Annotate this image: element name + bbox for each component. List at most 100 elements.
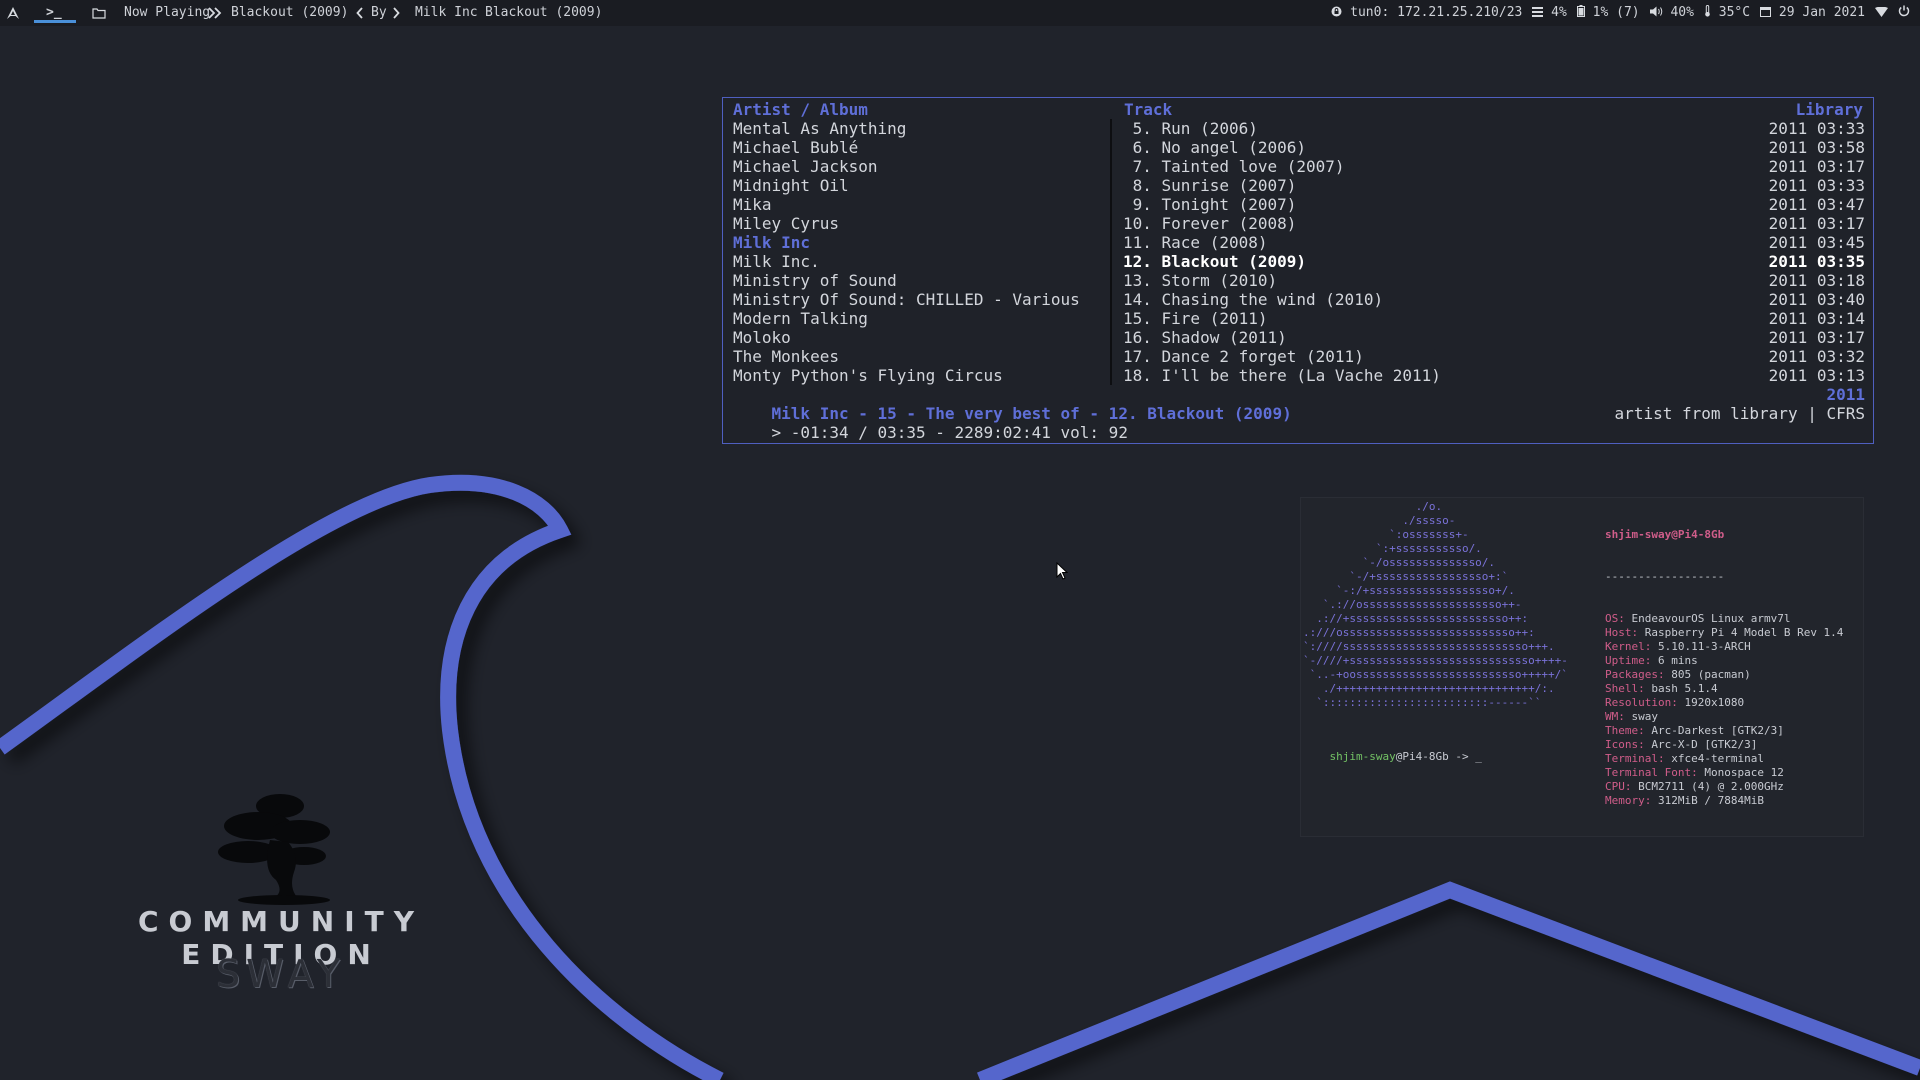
info-key: Icons	[1605, 738, 1639, 751]
artist-item[interactable]: Mental As Anything	[733, 119, 1103, 138]
track-meta: 2011 03:13	[1768, 366, 1865, 385]
ascii-line: `-/ossssssssssssso/.	[1303, 556, 1496, 569]
position-line: > -01:34 / 03:35 - 2289:02:41 vol: 92 ar…	[771, 404, 1865, 442]
info-row: Theme: Arc-Darkest [GTK2/3]	[1605, 724, 1784, 737]
track-row[interactable]: 13. Storm (2010) 2011 03:18	[1123, 271, 1865, 290]
next-icon[interactable]	[392, 0, 400, 26]
prompt-user: shjim-sway	[1329, 750, 1396, 763]
info-key: Kernel	[1605, 640, 1645, 653]
info-row: Icons: Arc-X-D [GTK2/3]	[1605, 738, 1758, 751]
wifi-icon[interactable]	[1875, 0, 1888, 26]
info-row: WM: sway	[1605, 710, 1658, 723]
track-row[interactable]: 7. Tainted love (2007) 2011 03:17	[1123, 157, 1865, 176]
track-meta: 2011 03:45	[1768, 233, 1865, 252]
track-title: 18. I'll be there (La Vache 2011)	[1123, 366, 1441, 385]
artist-item[interactable]: Michael Bublé	[733, 138, 1103, 157]
info-key: WM	[1605, 710, 1619, 723]
artist-list[interactable]: Mental As Anything Michael Bublé Michael J…	[733, 119, 1103, 385]
artist-item[interactable]: Milk Inc.	[733, 252, 1103, 271]
artist-item[interactable]: Modern Talking	[733, 309, 1103, 328]
artist-item[interactable]: Ministry Of Sound: CHILLED - Various	[733, 290, 1103, 309]
track-row[interactable]: 15. Fire (2011) 2011 03:14	[1123, 309, 1865, 328]
cmus-window[interactable]: Artist / Album Track Library Mental As A…	[722, 97, 1874, 444]
track-list[interactable]: 5. Run (2006) 2011 03:33 6. No angel (200…	[1123, 119, 1865, 385]
track-title: 7. Tainted love (2007)	[1123, 157, 1345, 176]
track-row[interactable]: 10. Forever (2008) 2011 03:17	[1123, 214, 1865, 233]
info-value: Monospace 12	[1704, 766, 1784, 779]
track-row[interactable]: 16. Shadow (2011) 2011 03:17	[1123, 328, 1865, 347]
header-artist-album: Artist / Album	[733, 100, 868, 119]
track-title: 11. Race (2008)	[1123, 233, 1268, 252]
artist-item[interactable]: The Monkees	[733, 347, 1103, 366]
info-key: Theme	[1605, 724, 1639, 737]
mountain-stroke	[977, 881, 1920, 1080]
artist-item[interactable]: Milk Inc	[733, 233, 1103, 252]
calendar-icon	[1760, 5, 1779, 20]
folder-icon[interactable]	[92, 0, 106, 26]
artist-item[interactable]: Midnight Oil	[733, 176, 1103, 195]
info-key: Uptime	[1605, 654, 1645, 667]
track-row[interactable]: 9. Tonight (2007) 2011 03:47	[1123, 195, 1865, 214]
info-key: Shell	[1605, 682, 1639, 695]
info-value: 805 (pacman)	[1671, 668, 1751, 681]
terminal-window[interactable]: ./o. ./sssso- `:osssssss+- `:+ssssssssss…	[1300, 497, 1864, 837]
track-meta: 2011 03:35	[1768, 252, 1865, 271]
track-meta: 2011 03:18	[1768, 271, 1865, 290]
info-key: OS	[1605, 612, 1619, 625]
power-icon[interactable]	[1898, 0, 1910, 26]
track-meta: 2011 03:33	[1768, 176, 1865, 195]
mode-line: artist from library | CFRS	[1614, 404, 1865, 423]
track-meta: 2011 03:33	[1768, 119, 1865, 138]
speaker-icon	[1649, 5, 1671, 20]
shell-prompt[interactable]: shjim-sway@Pi4-8Gb -> _	[1303, 736, 1482, 778]
track-title: 17. Dance 2 forget (2011)	[1123, 347, 1364, 366]
prompt-host: @Pi4-8Gb -> _	[1395, 750, 1482, 763]
info-row: Resolution: 1920x1080	[1605, 696, 1745, 709]
track-title: 9. Tonight (2007)	[1123, 195, 1297, 214]
ascii-line: `.://osssssssssssssssssssso++-	[1303, 598, 1522, 611]
neofetch-title: shjim-sway@Pi4-8Gb	[1605, 528, 1725, 541]
track-row[interactable]: 12. Blackout (2009) 2011 03:35	[1123, 252, 1865, 271]
now-playing-track: Blackout (2009)	[231, 5, 349, 20]
track-row[interactable]: 6. No angel (2006) 2011 03:58	[1123, 138, 1865, 157]
artist-item[interactable]: Moloko	[733, 328, 1103, 347]
info-key: Memory	[1605, 794, 1645, 807]
bonsai-tree-icon	[218, 794, 330, 905]
artist-item[interactable]: Monty Python's Flying Circus	[733, 366, 1103, 385]
system-info: shjim-sway@Pi4-8Gb ------------------ OS…	[1605, 500, 1861, 808]
track-title: 5. Run (2006)	[1123, 119, 1258, 138]
info-row: Uptime: 6 mins	[1605, 654, 1698, 667]
track-row[interactable]: 11. Race (2008) 2011 03:45	[1123, 233, 1865, 252]
fast-forward-icon[interactable]	[208, 0, 222, 26]
ascii-line: `-////+ssssssssssssssssssssssssssso++++-	[1303, 654, 1568, 667]
sway-wordmark: SWAY	[216, 952, 346, 996]
track-row[interactable]: 14. Chasing the wind (2010) 2011 03:40	[1123, 290, 1865, 309]
track-title: 6. No angel (2006)	[1123, 138, 1307, 157]
track-title: 16. Shadow (2011)	[1123, 328, 1287, 347]
cpu-status: 4%	[1532, 0, 1567, 26]
artist-item[interactable]: Ministry of Sound	[733, 271, 1103, 290]
previous-icon[interactable]	[356, 0, 364, 26]
track-meta: 2011 03:17	[1768, 214, 1865, 233]
artist-item[interactable]: Michael Jackson	[733, 157, 1103, 176]
track-meta: 2011 03:47	[1768, 195, 1865, 214]
info-value: 312MiB / 7884MiB	[1658, 794, 1764, 807]
track-row[interactable]: 18. I'll be there (La Vache 2011) 2011 03…	[1123, 366, 1865, 385]
track-row[interactable]: 5. Run (2006) 2011 03:33	[1123, 119, 1865, 138]
date-status[interactable]: 29 Jan 2021	[1760, 0, 1865, 26]
arch-logo-icon[interactable]	[6, 0, 20, 26]
header-library: Library	[1795, 100, 1863, 119]
track-title: 13. Storm (2010)	[1123, 271, 1278, 290]
artist-item[interactable]: Miley Cyrus	[733, 214, 1103, 233]
volume-status[interactable]: 40%	[1649, 0, 1694, 26]
active-workspace-indicator	[34, 20, 76, 23]
disk-status: 1% (7)	[1576, 0, 1640, 26]
by-label: By	[371, 5, 387, 20]
info-row: Memory: 312MiB / 7884MiB	[1605, 794, 1764, 807]
info-value: 1920x1080	[1684, 696, 1745, 709]
vpn-status: tun0: 172.21.25.210/23	[1331, 0, 1522, 26]
track-row[interactable]: 17. Dance 2 forget (2011) 2011 03:32	[1123, 347, 1865, 366]
artist-item[interactable]: Mika	[733, 195, 1103, 214]
mouse-cursor-icon	[1056, 562, 1068, 580]
track-row[interactable]: 8. Sunrise (2007) 2011 03:33	[1123, 176, 1865, 195]
